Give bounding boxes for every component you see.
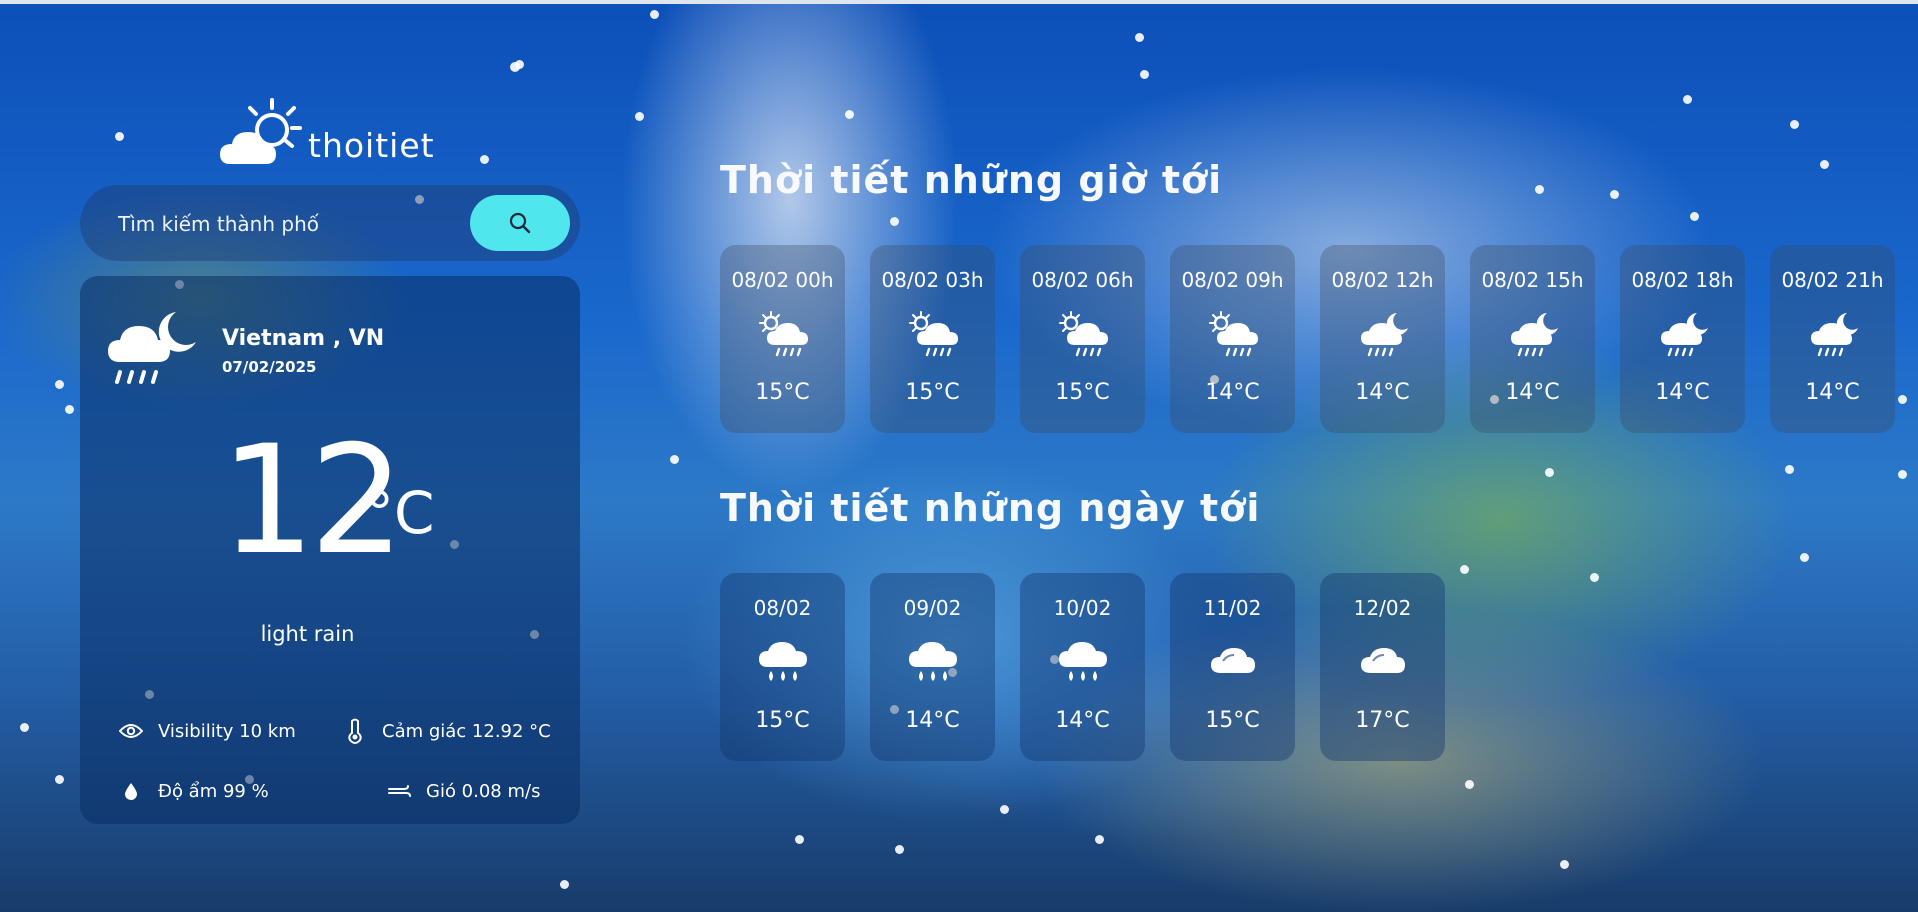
wind-text: Gió 0.08 m/s (426, 780, 541, 802)
cloud-moon-rain-icon (108, 312, 196, 384)
hourly-temperature: 15°C (755, 380, 810, 405)
daily-date: 12/02 (1353, 596, 1412, 620)
cloud-rain-icon (909, 642, 957, 681)
hourly-temperature: 15°C (905, 380, 960, 405)
visibility-text: Visibility 10 km (158, 720, 296, 742)
wind-icon (386, 778, 412, 804)
sun-cloud-rain-icon (909, 311, 958, 357)
daily-card[interactable]: 11/02 15°C (1170, 573, 1295, 761)
hourly-time: 08/02 00h (731, 268, 834, 292)
daily-card[interactable]: 09/02 14°C (870, 573, 995, 761)
daily-card[interactable]: 08/02 15°C (720, 573, 845, 761)
sun-cloud-rain-icon (759, 311, 808, 357)
daily-temperature: 14°C (1055, 708, 1110, 733)
app-logo[interactable]: thoitiet (220, 98, 435, 168)
hourly-time: 08/02 09h (1181, 268, 1284, 292)
daily-date: 09/02 (903, 596, 962, 620)
humidity-text: Độ ẩm 99 % (158, 780, 269, 802)
sun-cloud-rain-icon (1059, 311, 1108, 357)
hourly-temperature: 14°C (1205, 380, 1260, 405)
hourly-temperature: 14°C (1505, 380, 1560, 405)
hourly-temperature: 14°C (1355, 380, 1410, 405)
feels-like-detail: Cảm giác 12.92 °C (342, 718, 551, 744)
hourly-card[interactable]: 08/02 18h 14°C (1620, 245, 1745, 433)
daily-card[interactable]: 10/02 14°C (1020, 573, 1145, 761)
hourly-time: 08/02 03h (881, 268, 984, 292)
feels-like-text: Cảm giác 12.92 °C (382, 720, 551, 742)
sun-cloud-logo-icon (220, 98, 302, 164)
hourly-card[interactable]: 08/02 15h 14°C (1470, 245, 1595, 433)
droplet-icon (118, 778, 144, 804)
hourly-time: 08/02 21h (1781, 268, 1884, 292)
search-button[interactable] (470, 195, 570, 251)
daily-date: 08/02 (753, 596, 812, 620)
daily-temperature: 15°C (1205, 708, 1260, 733)
weather-description: light rain (260, 622, 355, 646)
thermometer-icon (342, 718, 368, 744)
daily-temperature: 14°C (905, 708, 960, 733)
moon-cloud-rain-icon (1811, 313, 1858, 357)
cloud-icon (1361, 648, 1405, 673)
daily-forecast-title: Thời tiết những ngày tới (720, 486, 1261, 530)
hourly-time: 08/02 18h (1631, 268, 1734, 292)
logo-text: thoitiet (308, 126, 435, 165)
cloud-rain-icon (1059, 642, 1107, 681)
hourly-time: 08/02 06h (1031, 268, 1134, 292)
moon-cloud-rain-icon (1661, 313, 1708, 357)
top-border (0, 0, 1918, 4)
city-name: Vietnam , VN (222, 326, 385, 351)
sun-cloud-rain-icon (1209, 311, 1258, 357)
hourly-card[interactable]: 08/02 21h 14°C (1770, 245, 1895, 433)
hourly-temperature: 15°C (1055, 380, 1110, 405)
hourly-card[interactable]: 08/02 09h 14°C (1170, 245, 1295, 433)
cloud-icon (1211, 648, 1255, 673)
hourly-temperature: 14°C (1655, 380, 1710, 405)
daily-temperature: 15°C (755, 708, 810, 733)
hourly-forecast-title: Thời tiết những giờ tới (720, 158, 1223, 202)
daily-date: 10/02 (1053, 596, 1112, 620)
moon-cloud-rain-icon (1361, 313, 1408, 357)
daily-date: 11/02 (1203, 596, 1262, 620)
hourly-card[interactable]: 08/02 00h 15°C (720, 245, 845, 433)
hourly-card[interactable]: 08/02 12h 14°C (1320, 245, 1445, 433)
hourly-time: 08/02 12h (1331, 268, 1434, 292)
hourly-time: 08/02 15h (1481, 268, 1584, 292)
daily-temperature: 17°C (1355, 708, 1410, 733)
search-input[interactable] (98, 199, 480, 249)
search-icon (509, 212, 531, 234)
current-weather-card: Vietnam , VN 07/02/2025 12 °C light rain… (80, 276, 580, 824)
cloud-rain-icon (759, 642, 807, 681)
daily-card[interactable]: 12/02 17°C (1320, 573, 1445, 761)
humidity-detail: Độ ẩm 99 % (118, 778, 269, 804)
hourly-temperature: 14°C (1805, 380, 1860, 405)
visibility-detail: Visibility 10 km (118, 718, 296, 744)
eye-icon (118, 718, 144, 744)
wind-detail: Gió 0.08 m/s (386, 778, 540, 804)
current-date: 07/02/2025 (222, 358, 317, 376)
hourly-card[interactable]: 08/02 06h 15°C (1020, 245, 1145, 433)
hourly-card[interactable]: 08/02 03h 15°C (870, 245, 995, 433)
temperature-unit: °C (365, 479, 435, 547)
search-bar (80, 185, 580, 261)
moon-cloud-rain-icon (1511, 313, 1558, 357)
